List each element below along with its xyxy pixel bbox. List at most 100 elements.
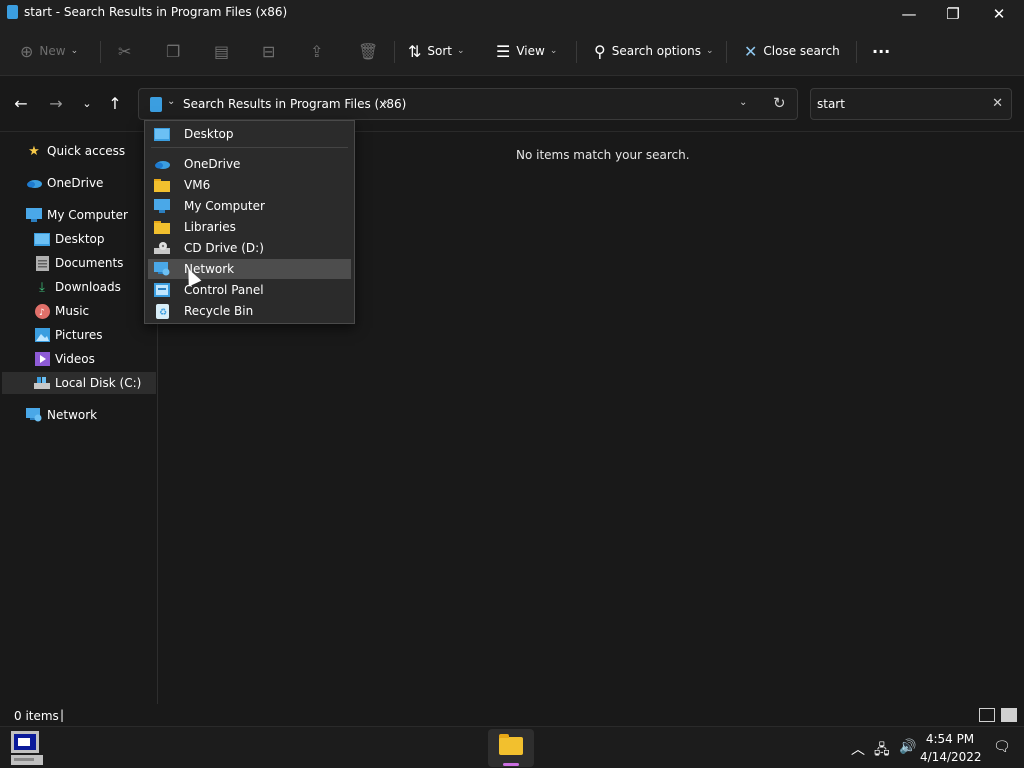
sidebar-item-label: Quick access (47, 144, 126, 158)
cd-drive-icon (154, 241, 170, 255)
desktop-icon (34, 232, 50, 246)
menu-item-libraries[interactable]: Libraries (148, 217, 351, 237)
address-history-chevron[interactable]: ⌄ (739, 97, 747, 108)
sidebar-item-videos[interactable]: Videos (34, 348, 154, 370)
menu-item-onedrive[interactable]: OneDrive (148, 154, 351, 174)
sidebar-item-desktop[interactable]: Desktop (34, 228, 154, 250)
clock-date[interactable]: 4/14/2022 (920, 750, 982, 764)
menu-item-network[interactable]: Network (148, 259, 351, 279)
sidebar-item-label: Downloads (55, 280, 121, 294)
picture-icon (34, 328, 50, 342)
more-options-button[interactable]: ··· (872, 38, 890, 64)
file-explorer-icon (7, 5, 18, 19)
menu-item-label: Recycle Bin (184, 304, 254, 318)
control-panel-icon (154, 283, 170, 297)
paste-button[interactable]: ▤ (214, 38, 235, 64)
sidebar-item-label: Network (47, 408, 98, 422)
sidebar-item-pictures[interactable]: Pictures (34, 324, 154, 346)
sidebar-item-label: Videos (55, 352, 95, 366)
network-tray-icon[interactable]: 🖧 (874, 739, 890, 763)
sidebar-item-quick-access[interactable]: ★ Quick access (26, 140, 154, 162)
status-bar: 0 items | (0, 704, 1024, 726)
notifications-button[interactable]: 🗨 (993, 739, 1011, 755)
address-bar[interactable]: ⌄ Search Results in Program Files (x86) … (138, 88, 798, 120)
sidebar-item-my-computer[interactable]: My Computer (26, 204, 154, 226)
menu-item-vm6[interactable]: VM6 (148, 175, 351, 195)
cloud-icon (154, 157, 170, 171)
cloud-icon (26, 176, 42, 190)
sort-button[interactable]: ⇅ Sort ⌄ (408, 38, 465, 64)
menu-divider (151, 147, 348, 148)
speaker-icon: 🔊 (899, 739, 917, 755)
this-pc-taskbar-icon[interactable] (8, 729, 44, 767)
music-icon: ♪ (34, 303, 50, 319)
menu-item-cd-drive[interactable]: CD Drive (D:) (148, 238, 351, 258)
location-dropdown-menu: Desktop OneDrive VM6 My Computer Librari… (144, 120, 355, 324)
search-options-button[interactable]: ⚲ Search options ⌄ (594, 38, 714, 64)
sidebar-item-documents[interactable]: Documents (34, 252, 154, 274)
close-button[interactable]: ✕ (976, 0, 1022, 28)
monitor-network-icon: 🖧 (874, 742, 890, 758)
show-hidden-icons-button[interactable]: ︿ (851, 739, 865, 759)
minimize-button[interactable]: — (886, 0, 932, 28)
copy-icon: ❐ (166, 41, 181, 61)
volume-tray-icon[interactable]: 🔊 (899, 739, 916, 755)
chevron-down-icon: ⌄ (705, 46, 714, 56)
document-icon (34, 255, 50, 271)
divider (394, 41, 395, 63)
search-box[interactable]: ✕ (810, 88, 1012, 120)
menu-item-control-panel[interactable]: Control Panel (148, 280, 351, 300)
large-icons-view-button[interactable] (1001, 708, 1017, 722)
view-button[interactable]: ☰ View ⌄ (496, 38, 557, 64)
arrow-right-icon: → (49, 94, 63, 113)
menu-item-label: OneDrive (184, 157, 241, 171)
clock-time[interactable]: 4:54 PM (920, 732, 980, 746)
details-view-button[interactable] (979, 708, 995, 722)
sidebar-item-local-disk[interactable]: Local Disk (C:) (2, 372, 156, 394)
new-button[interactable]: ⊕ New ⌄ (20, 38, 78, 64)
search-results-icon (150, 97, 162, 112)
menu-item-recycle-bin[interactable]: ♻ Recycle Bin (148, 301, 351, 321)
view-list-icon: ☰ (496, 41, 511, 61)
back-button[interactable]: ← (10, 94, 32, 114)
folder-icon (154, 220, 170, 234)
menu-item-desktop[interactable]: Desktop (148, 124, 351, 144)
divider (856, 41, 857, 63)
sidebar-item-onedrive[interactable]: OneDrive (26, 172, 154, 194)
restore-button[interactable]: ❐ (930, 0, 976, 28)
folder-icon (499, 734, 523, 755)
desktop-icon (154, 127, 170, 141)
sidebar-item-label: Local Disk (C:) (55, 376, 142, 390)
sidebar-item-label: Music (55, 304, 90, 318)
refresh-button[interactable]: ↻ (773, 94, 786, 112)
search-input[interactable] (817, 97, 977, 111)
command-bar: ⊕ New ⌄ ✂ ❐ ▤ ⊟ ⇪ 🗑 ⇅ Sort ⌄ ☰ View ⌄ ⚲ … (0, 28, 1024, 76)
search-options-icon: ⚲ (594, 41, 606, 61)
cut-button[interactable]: ✂ (118, 38, 137, 64)
breadcrumb-separator-icon[interactable]: › (383, 95, 388, 109)
copy-button[interactable]: ❐ (166, 38, 186, 64)
new-label: New (39, 44, 66, 58)
sidebar-item-network[interactable]: Network (26, 404, 154, 426)
recent-locations-button[interactable]: ⌄ (76, 94, 98, 114)
arrow-up-icon: ↑ (108, 94, 122, 113)
clear-search-button[interactable]: ✕ (992, 96, 1003, 111)
up-button[interactable]: ↑ (104, 94, 126, 114)
menu-item-my-computer[interactable]: My Computer (148, 196, 351, 216)
address-path[interactable]: Search Results in Program Files (x86) (183, 97, 406, 111)
rename-button[interactable]: ⊟ (262, 38, 281, 64)
location-dropdown-chevron[interactable]: ⌄ (167, 96, 175, 107)
item-count: 0 items (14, 709, 59, 723)
delete-button[interactable]: 🗑 (358, 38, 384, 64)
monitor-icon (26, 208, 42, 222)
share-button[interactable]: ⇪ (310, 38, 329, 64)
sidebar-item-music[interactable]: ♪ Music (34, 300, 154, 322)
scissors-icon: ✂ (118, 41, 132, 61)
forward-button[interactable]: → (45, 94, 67, 114)
close-search-button[interactable]: ✕ Close search (744, 38, 840, 64)
file-explorer-taskbar-button[interactable] (488, 729, 534, 767)
divider (726, 41, 727, 63)
sidebar-item-downloads[interactable]: ⤓ Downloads (34, 276, 154, 298)
star-icon: ★ (28, 143, 40, 159)
notification-icon: 🗨 (993, 739, 1011, 755)
